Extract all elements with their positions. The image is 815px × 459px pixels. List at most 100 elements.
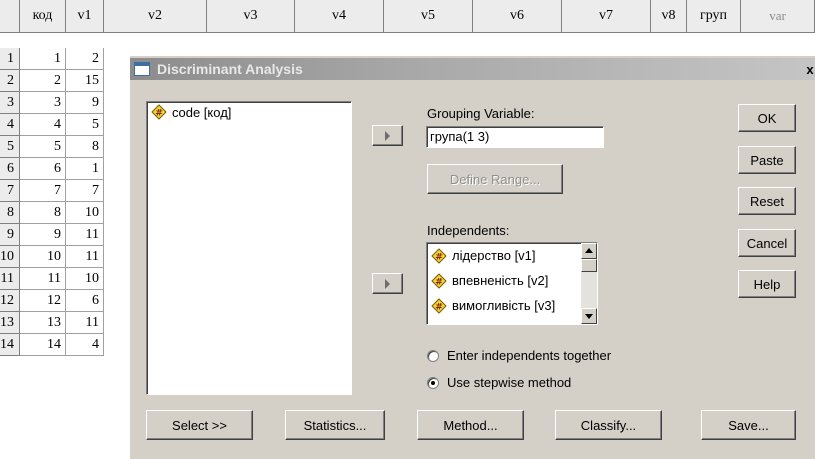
column-header-v4[interactable]: v4 bbox=[295, 0, 384, 33]
column-header-v3[interactable]: v3 bbox=[207, 0, 295, 33]
row-number[interactable]: 11 bbox=[0, 268, 20, 290]
table-cell[interactable]: 7 bbox=[20, 180, 66, 202]
column-header-v6[interactable]: v6 bbox=[473, 0, 562, 33]
enter-together-label: Enter independents together bbox=[447, 348, 612, 363]
table-cell[interactable]: 10 bbox=[66, 268, 104, 290]
table-cell[interactable]: 14 bbox=[20, 334, 66, 356]
radio-enter-together[interactable] bbox=[427, 349, 439, 362]
table-cell[interactable]: 3 bbox=[20, 92, 66, 114]
row-number[interactable]: 5 bbox=[0, 136, 20, 158]
window-icon bbox=[134, 62, 150, 76]
help-button[interactable]: Help bbox=[738, 270, 796, 298]
row-number[interactable]: 6 bbox=[0, 158, 20, 180]
table-cell[interactable]: 8 bbox=[66, 136, 104, 158]
scroll-down-button[interactable] bbox=[581, 308, 597, 324]
numeric-variable-icon: # bbox=[431, 297, 447, 314]
row-number[interactable]: 12 bbox=[0, 290, 20, 312]
enter-together-option[interactable]: Enter independents together bbox=[427, 348, 611, 363]
define-range-button[interactable]: Define Range... bbox=[427, 164, 563, 194]
table-cell[interactable]: 5 bbox=[20, 136, 66, 158]
radio-stepwise[interactable] bbox=[427, 376, 439, 389]
scroll-up-button[interactable] bbox=[581, 243, 597, 259]
table-cell[interactable]: 15 bbox=[66, 70, 104, 92]
list-item[interactable]: # впевненість [v2] bbox=[427, 268, 581, 293]
up-arrow-icon bbox=[585, 248, 593, 253]
ok-button[interactable]: OK bbox=[738, 104, 796, 132]
table-cell[interactable]: 4 bbox=[20, 114, 66, 136]
column-header-v8[interactable]: v8 bbox=[651, 0, 687, 33]
move-to-grouping-button[interactable] bbox=[372, 125, 403, 146]
save-button[interactable]: Save... bbox=[701, 410, 796, 440]
independents-scrollbar[interactable] bbox=[581, 243, 597, 324]
table-cell[interactable]: 2 bbox=[20, 70, 66, 92]
table-cell[interactable]: 2 bbox=[66, 48, 104, 70]
variable-label: вимогливість [v3] bbox=[452, 298, 556, 313]
table-cell[interactable]: 11 bbox=[66, 224, 104, 246]
close-icon[interactable]: x bbox=[804, 63, 815, 77]
table-cell[interactable]: 9 bbox=[66, 92, 104, 114]
table-cell[interactable]: 9 bbox=[20, 224, 66, 246]
table-cell[interactable]: 1 bbox=[66, 158, 104, 180]
table-cell[interactable]: 5 bbox=[66, 114, 104, 136]
grid-corner[interactable] bbox=[0, 0, 20, 33]
row-number[interactable]: 8 bbox=[0, 202, 20, 224]
table-cell[interactable]: 11 bbox=[66, 312, 104, 334]
column-header-v7[interactable]: v7 bbox=[562, 0, 651, 33]
table-cell[interactable]: 6 bbox=[66, 290, 104, 312]
table-cell[interactable]: 1 bbox=[20, 48, 66, 70]
method-button[interactable]: Method... bbox=[417, 410, 524, 440]
svg-text:#: # bbox=[435, 302, 443, 312]
table-cell[interactable]: 12 bbox=[20, 290, 66, 312]
list-item[interactable]: # лідерство [v1] bbox=[427, 243, 581, 268]
statistics-button[interactable]: Statistics... bbox=[285, 410, 385, 440]
column-header-grup[interactable]: груп bbox=[687, 0, 741, 33]
independents-list[interactable]: # лідерство [v1] # впевненість [v2] # вимогли… bbox=[426, 242, 598, 325]
right-arrow-icon bbox=[385, 278, 390, 289]
table-cell[interactable]: 8 bbox=[20, 202, 66, 224]
column-header-v1[interactable]: v1 bbox=[66, 0, 104, 33]
svg-text:#: # bbox=[435, 252, 443, 262]
table-cell[interactable]: 11 bbox=[20, 268, 66, 290]
row-number[interactable]: 3 bbox=[0, 92, 20, 114]
table-cell[interactable]: 13 bbox=[20, 312, 66, 334]
select-button[interactable]: Select >> bbox=[146, 410, 253, 440]
column-header-kod[interactable]: код bbox=[20, 0, 66, 33]
move-to-independents-button[interactable] bbox=[372, 273, 403, 294]
scroll-thumb[interactable] bbox=[581, 259, 597, 272]
reset-button[interactable]: Reset bbox=[738, 187, 796, 215]
row-number[interactable]: 7 bbox=[0, 180, 20, 202]
list-item[interactable]: # code [код] bbox=[147, 102, 351, 122]
table-cell[interactable]: 10 bbox=[20, 246, 66, 268]
column-header-v2[interactable]: v2 bbox=[104, 0, 207, 33]
paste-button[interactable]: Paste bbox=[738, 146, 796, 174]
variable-label: code [код] bbox=[172, 104, 232, 120]
independents-items: # лідерство [v1] # впевненість [v2] # вимогли… bbox=[427, 243, 581, 318]
column-header-var[interactable]: var bbox=[741, 0, 815, 33]
dialog-titlebar[interactable]: Discriminant Analysis x bbox=[130, 58, 815, 80]
row-number[interactable]: 9 bbox=[0, 224, 20, 246]
row-number[interactable]: 2 bbox=[0, 70, 20, 92]
row-number[interactable]: 13 bbox=[0, 312, 20, 334]
column-header-v5[interactable]: v5 bbox=[384, 0, 473, 33]
table-cell[interactable]: 6 bbox=[20, 158, 66, 180]
right-arrow-icon bbox=[385, 130, 390, 141]
numeric-variable-icon: # bbox=[431, 247, 447, 264]
table-cell[interactable]: 11 bbox=[66, 246, 104, 268]
source-variable-list[interactable]: # code [код] bbox=[146, 101, 352, 395]
grouping-variable-field[interactable]: група(1 3) bbox=[426, 126, 604, 148]
svg-text:#: # bbox=[435, 277, 443, 287]
list-item[interactable]: # вимогливість [v3] bbox=[427, 293, 581, 318]
row-number[interactable]: 1 bbox=[0, 48, 20, 70]
classify-button[interactable]: Classify... bbox=[555, 410, 662, 440]
variable-label: лідерство [v1] bbox=[452, 248, 536, 263]
row-number[interactable]: 10 bbox=[0, 246, 20, 268]
stepwise-option[interactable]: Use stepwise method bbox=[427, 375, 571, 390]
row-number[interactable]: 4 bbox=[0, 114, 20, 136]
cancel-button[interactable]: Cancel bbox=[738, 229, 796, 257]
independents-label: Independents: bbox=[427, 223, 510, 238]
table-cell[interactable]: 4 bbox=[66, 334, 104, 356]
table-cell[interactable]: 7 bbox=[66, 180, 104, 202]
stepwise-label: Use stepwise method bbox=[447, 375, 572, 390]
table-cell[interactable]: 10 bbox=[66, 202, 104, 224]
row-number[interactable]: 14 bbox=[0, 334, 20, 356]
